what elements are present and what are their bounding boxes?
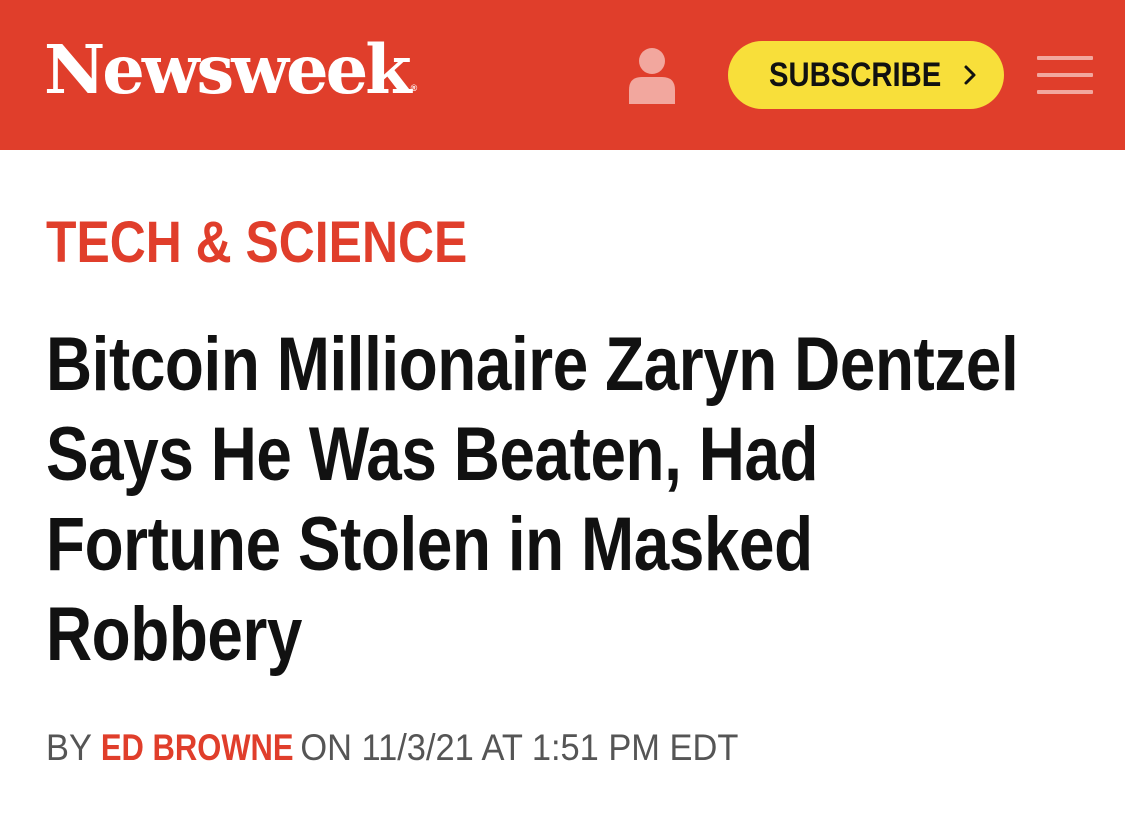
newsweek-logo[interactable]: Newsweek ® [44,30,417,128]
hamburger-menu-icon[interactable] [1037,56,1093,94]
site-header: Newsweek ® SUBSCRIBE [0,0,1125,150]
logo-text: Newsweek [44,30,412,109]
byline-at: AT [481,727,523,768]
article-headline: Bitcoin Millionaire Zaryn Dentzel Says H… [46,322,1019,677]
publish-time: 1:51 PM EDT [531,727,739,768]
menu-line [1037,90,1093,94]
menu-line [1037,56,1093,60]
subscribe-button[interactable]: SUBSCRIBE [728,41,1004,109]
byline: BY ED BROWNE ON 11/3/21 AT 1:51 PM EDT [46,726,738,770]
registered-mark: ® [410,83,418,93]
publish-date: 11/3/21 [361,727,474,768]
section-link[interactable]: TECH & SCIENCE [46,206,467,280]
chevron-right-icon [963,64,977,86]
byline-on: ON [300,727,352,768]
author-link[interactable]: ED BROWNE [101,726,294,770]
byline-by: BY [46,727,92,768]
user-icon[interactable] [622,44,682,106]
subscribe-label: SUBSCRIBE [768,55,942,94]
menu-line [1037,73,1093,77]
